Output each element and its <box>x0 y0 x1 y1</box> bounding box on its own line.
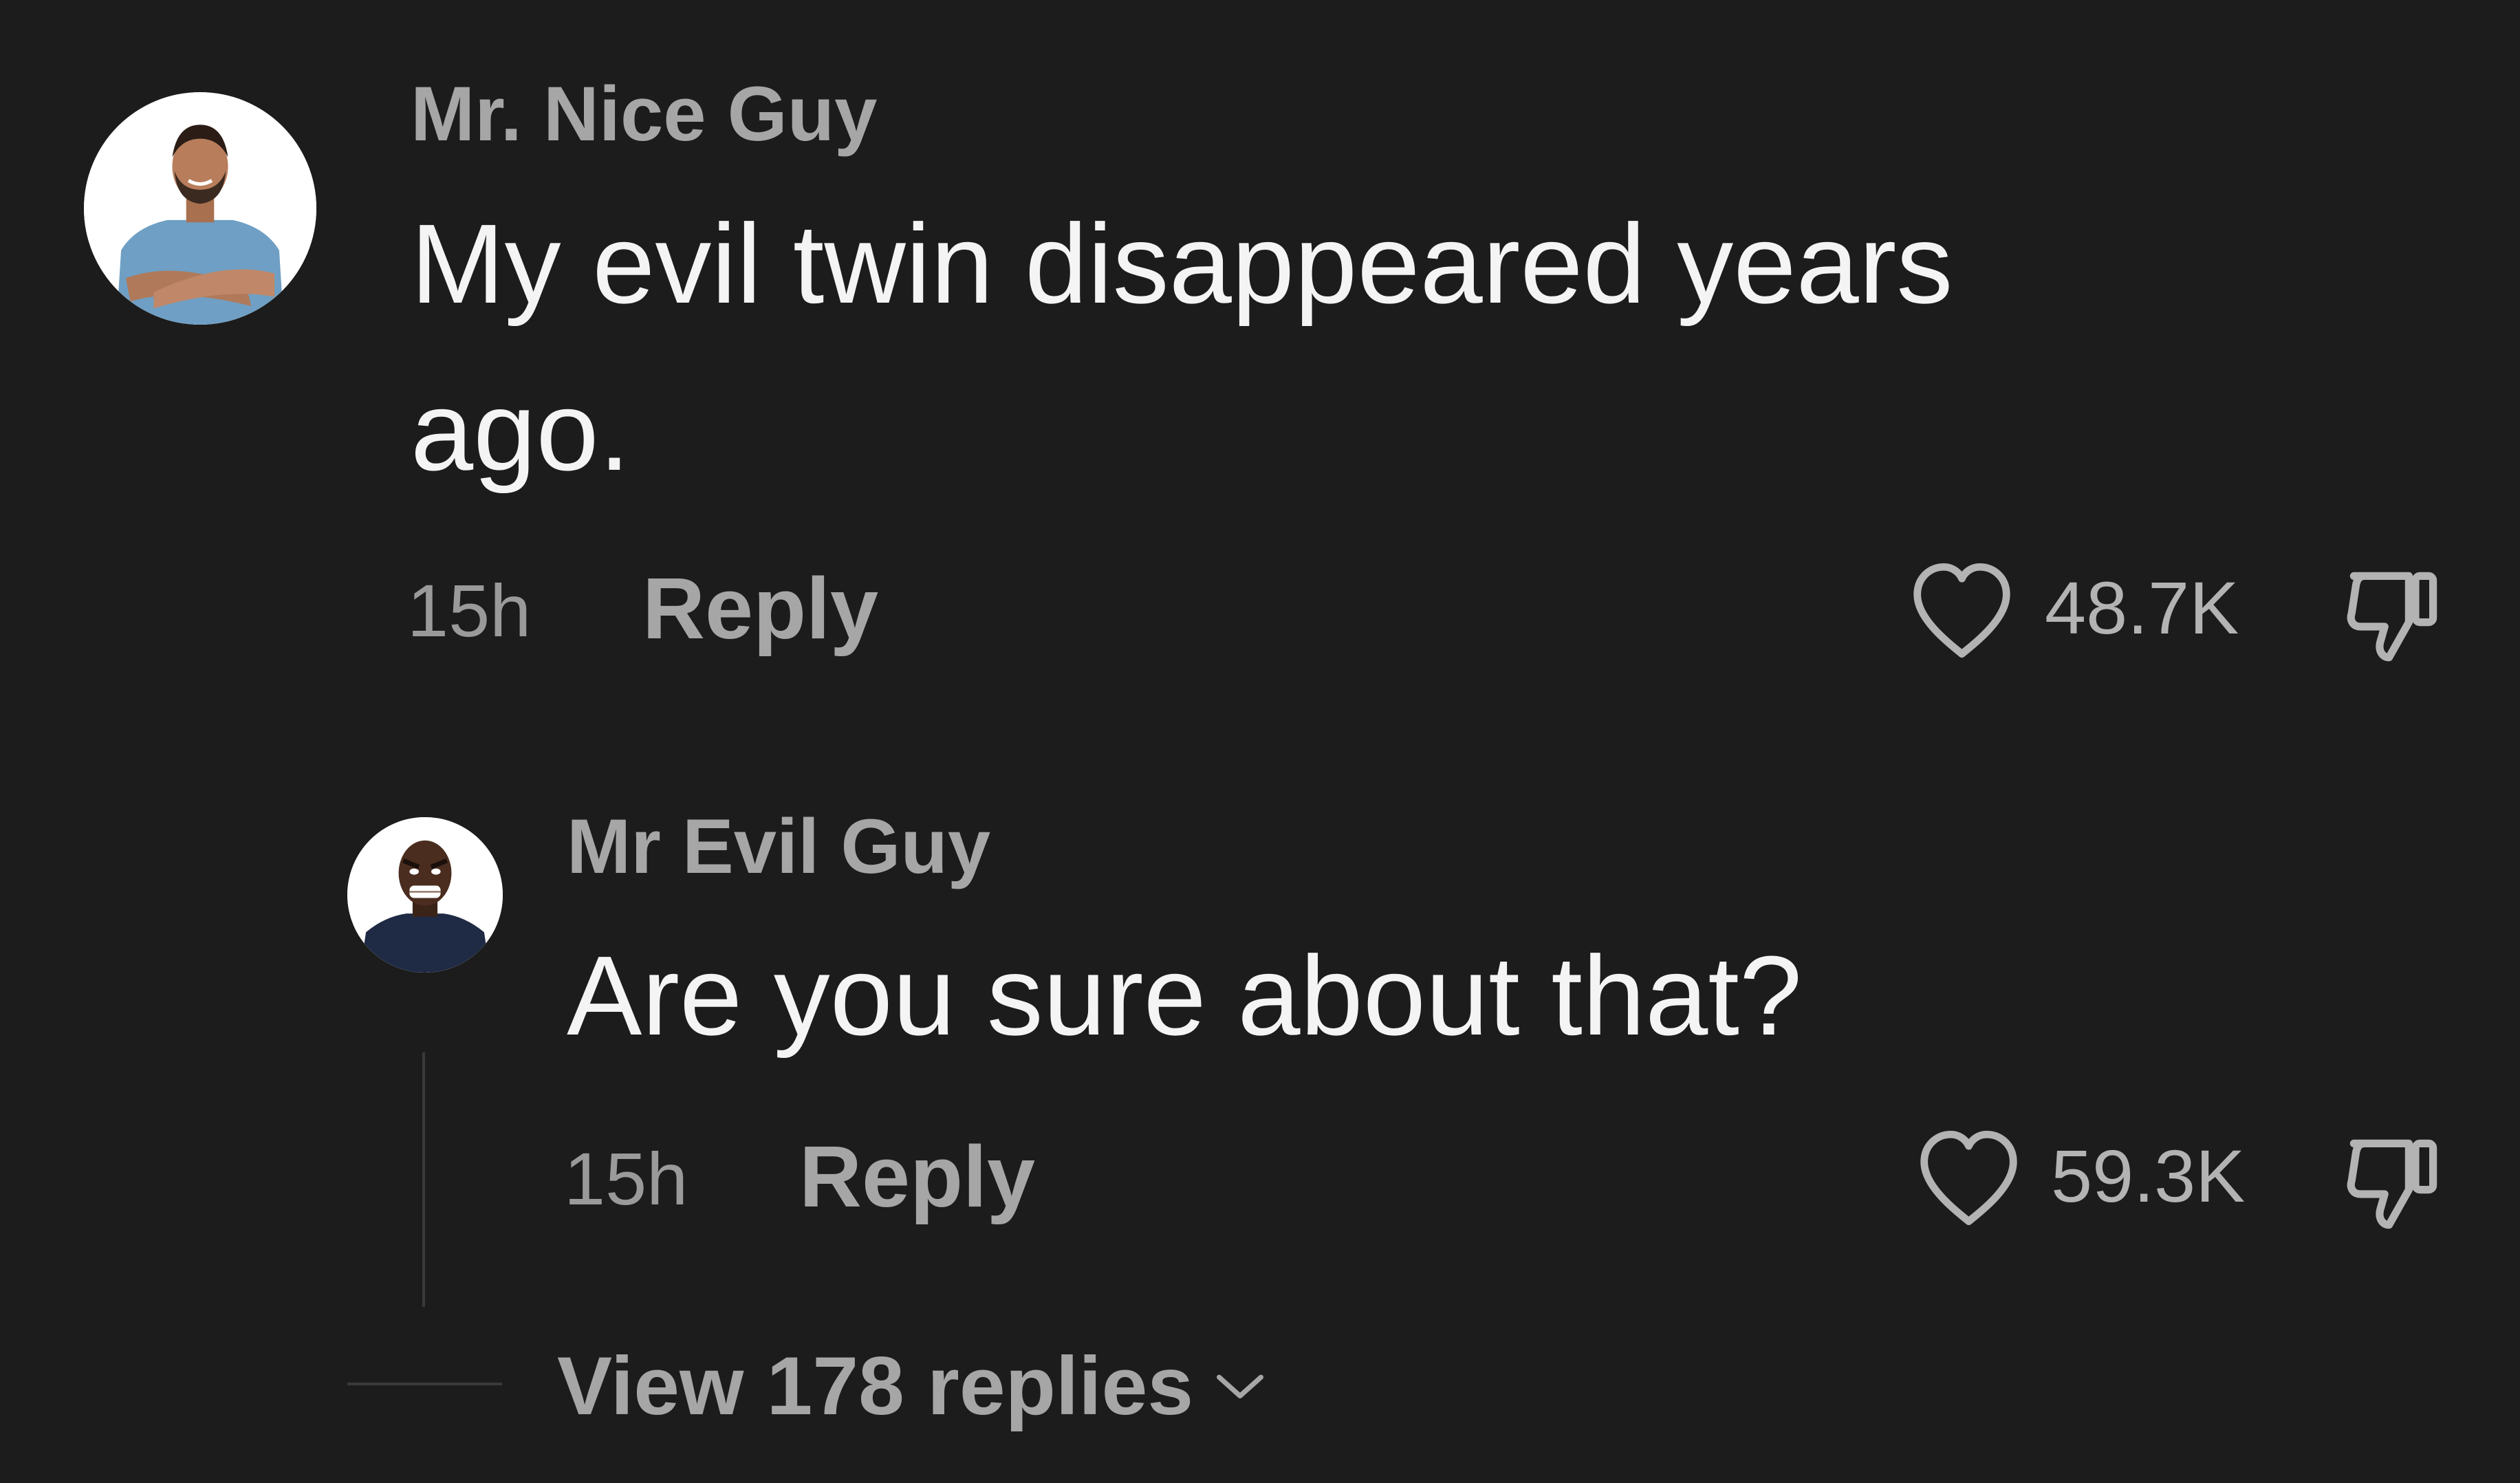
thread-connector-line <box>422 1052 425 1307</box>
thumbs-down-outline-icon <box>2347 1139 2437 1229</box>
thumbs-down-outline-icon <box>2347 572 2437 662</box>
comment-1-like-count: 48.7K <box>2045 566 2239 649</box>
heart-outline-icon <box>1913 563 2010 658</box>
avatar-mr-evil-guy[interactable] <box>347 817 503 973</box>
comment-2-reply-button[interactable]: Reply <box>799 1134 1035 1220</box>
comment-2-like-button[interactable] <box>1915 1128 2022 1228</box>
comment-2-timestamp: 15h <box>564 1137 688 1220</box>
avatar-image <box>347 817 503 973</box>
comment-1-username[interactable]: Mr. Nice Guy <box>411 76 877 153</box>
chevron-down-icon <box>1213 1365 1268 1407</box>
comment-1-like-button[interactable] <box>1909 561 2015 660</box>
comment-2-text: Are you sure about that? <box>567 933 1803 1059</box>
avatar-mr-nice-guy[interactable] <box>84 92 316 325</box>
comment-2-like-count: 59.3K <box>2051 1134 2246 1217</box>
view-replies-divider <box>347 1383 502 1385</box>
comment-1-reply-button[interactable]: Reply <box>642 565 878 652</box>
avatar-image <box>84 92 316 325</box>
view-replies-button[interactable]: View 178 replies <box>557 1345 1268 1427</box>
comment-2-username[interactable]: Mr Evil Guy <box>567 808 990 885</box>
view-replies-label: View 178 replies <box>557 1340 1194 1432</box>
comment-2-dislike-button[interactable] <box>2338 1128 2448 1238</box>
heart-outline-icon <box>1920 1130 2017 1226</box>
comment-1-timestamp: 15h <box>407 569 532 652</box>
comment-1-text-line-2: ago. <box>411 368 631 494</box>
comment-1-text-line-1: My evil twin disappeared years <box>411 201 1953 327</box>
comment-1-dislike-button[interactable] <box>2338 561 2448 671</box>
